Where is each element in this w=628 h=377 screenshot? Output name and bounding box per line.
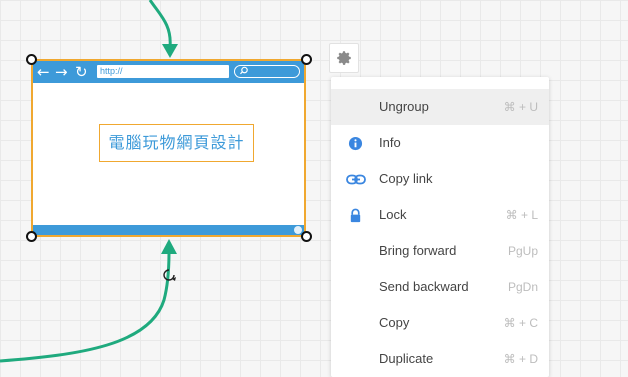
top-connector (148, 0, 172, 48)
context-menu: Ungroup ⌘ + U Info Copy link Lock ⌘ + L … (331, 77, 549, 377)
menu-item-label: Duplicate (379, 351, 434, 366)
link-icon (346, 174, 366, 185)
rotate-icon[interactable] (160, 266, 178, 284)
browser-statusbar (33, 225, 304, 235)
menu-item-duplicate[interactable]: Duplicate ⌘ + D (331, 341, 549, 377)
resize-handle-bottom-right[interactable] (301, 231, 312, 242)
menu-item-shortcut: PgUp (507, 244, 538, 258)
back-arrow-icon: ← (37, 63, 50, 81)
menu-item-label: Copy (379, 315, 410, 330)
menu-item-label: Lock (379, 207, 407, 222)
page-title-label[interactable]: 電腦玩物網頁設計 (99, 124, 254, 162)
menu-item-shortcut: ⌘ + C (503, 316, 538, 330)
menu-item-copy-link[interactable]: Copy link (331, 161, 549, 197)
refresh-icon: ↻ (75, 63, 88, 81)
resize-handle-top-left[interactable] (26, 54, 37, 65)
menu-item-label: Copy link (379, 171, 433, 186)
menu-item-shortcut: ⌘ + L (505, 208, 538, 222)
search-icon (240, 66, 248, 75)
browser-shape[interactable]: ← → ↻ http:// 電腦玩物網頁設計 (31, 59, 306, 237)
menu-item-label: Ungroup (379, 99, 429, 114)
resize-handle-top-right[interactable] (301, 54, 312, 65)
url-field: http:// (97, 65, 229, 78)
bottom-connector (0, 251, 171, 363)
menu-item-label: Info (379, 135, 401, 150)
menu-item-shortcut: ⌘ + D (503, 352, 538, 366)
menu-item-lock[interactable]: Lock ⌘ + L (331, 197, 549, 233)
menu-item-info[interactable]: Info (331, 125, 549, 161)
menu-item-ungroup[interactable]: Ungroup ⌘ + U (331, 89, 549, 125)
browser-toolbar: ← → ↻ http:// (33, 61, 304, 83)
menu-item-bring-forward[interactable]: Bring forward PgUp (331, 233, 549, 269)
menu-item-send-backward[interactable]: Send backward PgDn (331, 269, 549, 305)
forward-arrow-icon: → (55, 63, 68, 81)
resize-handle-bottom-left[interactable] (26, 231, 37, 242)
search-field (234, 65, 300, 78)
menu-item-label: Bring forward (379, 243, 457, 258)
lock-icon (350, 208, 361, 223)
settings-button[interactable] (329, 43, 359, 73)
menu-item-shortcut: PgDn (507, 280, 538, 294)
menu-item-label: Send backward (379, 279, 469, 294)
bottom-arrowhead (161, 239, 177, 254)
gear-icon (337, 51, 351, 65)
top-arrowhead (162, 44, 178, 58)
menu-item-copy[interactable]: Copy ⌘ + C (331, 305, 549, 341)
menu-item-shortcut: ⌘ + U (503, 100, 538, 114)
info-icon (348, 136, 363, 151)
